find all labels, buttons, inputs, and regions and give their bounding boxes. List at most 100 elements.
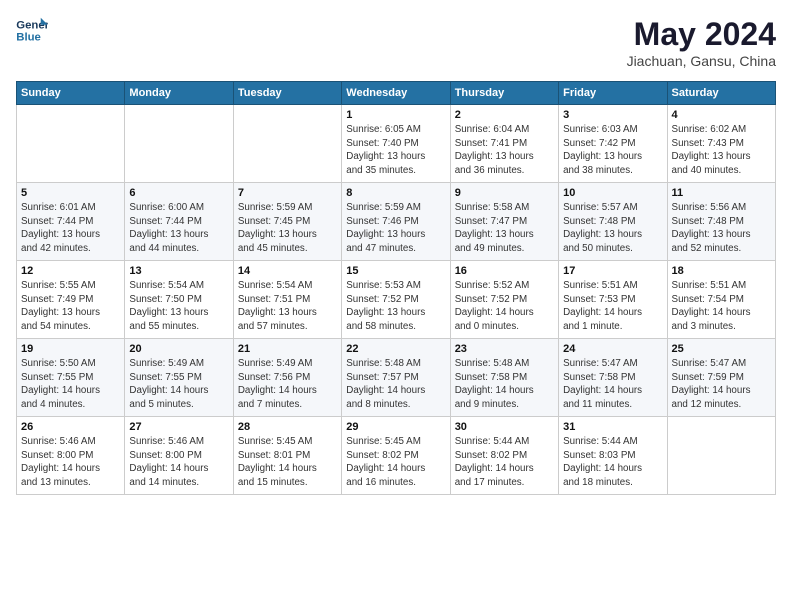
day-info: Sunrise: 5:56 AM Sunset: 7:48 PM Dayligh…	[672, 201, 771, 256]
day-number: 14	[238, 265, 337, 277]
day-info: Sunrise: 5:51 AM Sunset: 7:54 PM Dayligh…	[672, 279, 771, 334]
day-info: Sunrise: 5:53 AM Sunset: 7:52 PM Dayligh…	[346, 279, 445, 334]
day-info: Sunrise: 6:02 AM Sunset: 7:43 PM Dayligh…	[672, 123, 771, 178]
calendar-cell: 10 Sunrise: 5:57 AM Sunset: 7:48 PM Dayli…	[559, 183, 667, 261]
day-info: Sunrise: 5:47 AM Sunset: 7:59 PM Dayligh…	[672, 357, 771, 412]
calendar-cell: 4Sunrise: 6:02 AM Sunset: 7:43 PM Daylig…	[667, 105, 775, 183]
week-row-5: 26 Sunrise: 5:46 AM Sunset: 8:00 PM Dayli…	[17, 417, 776, 495]
calendar-cell: 6Sunrise: 6:00 AM Sunset: 7:44 PM Daylig…	[125, 183, 233, 261]
day-info: Sunrise: 5:54 AM Sunset: 7:51 PM Dayligh…	[238, 279, 337, 334]
day-info: Sunrise: 5:46 AM Sunset: 8:00 PM Dayligh…	[21, 435, 120, 490]
calendar-header-row: SundayMondayTuesdayWednesdayThursdayFrid…	[17, 82, 776, 105]
day-number: 23	[455, 343, 554, 355]
week-row-2: 5 Sunrise: 6:01 AM Sunset: 7:44 PM Daylig…	[17, 183, 776, 261]
location: Jiachuan, Gansu, China	[627, 53, 776, 69]
day-info: Sunrise: 6:05 AM Sunset: 7:40 PM Dayligh…	[346, 123, 445, 178]
calendar-cell	[667, 417, 775, 495]
day-number: 3	[563, 109, 662, 121]
day-header-friday: Friday	[559, 82, 667, 105]
day-info: Sunrise: 5:50 AM Sunset: 7:55 PM Dayligh…	[21, 357, 120, 412]
day-info: Sunrise: 5:49 AM Sunset: 7:55 PM Dayligh…	[129, 357, 228, 412]
calendar-cell: 25 Sunrise: 5:47 AM Sunset: 7:59 PM Dayli…	[667, 339, 775, 417]
day-header-wednesday: Wednesday	[342, 82, 450, 105]
title-block: May 2024 Jiachuan, Gansu, China	[627, 16, 776, 69]
day-info: Sunrise: 5:51 AM Sunset: 7:53 PM Dayligh…	[563, 279, 662, 334]
day-info: Sunrise: 5:58 AM Sunset: 7:47 PM Dayligh…	[455, 201, 554, 256]
day-info: Sunrise: 5:45 AM Sunset: 8:01 PM Dayligh…	[238, 435, 337, 490]
day-number: 31	[563, 421, 662, 433]
day-info: Sunrise: 5:55 AM Sunset: 7:49 PM Dayligh…	[21, 279, 120, 334]
day-number: 26	[21, 421, 120, 433]
day-number: 30	[455, 421, 554, 433]
week-row-3: 12Sunrise: 5:55 AM Sunset: 7:49 PM Dayli…	[17, 261, 776, 339]
calendar-cell	[17, 105, 125, 183]
calendar-cell: 7 Sunrise: 5:59 AM Sunset: 7:45 PM Daylig…	[233, 183, 341, 261]
day-number: 28	[238, 421, 337, 433]
day-number: 18	[672, 265, 771, 277]
day-info: Sunrise: 5:54 AM Sunset: 7:50 PM Dayligh…	[129, 279, 228, 334]
day-number: 7	[238, 187, 337, 199]
calendar-cell: 18 Sunrise: 5:51 AM Sunset: 7:54 PM Dayli…	[667, 261, 775, 339]
calendar-cell	[233, 105, 341, 183]
day-number: 15	[346, 265, 445, 277]
calendar-cell: 12Sunrise: 5:55 AM Sunset: 7:49 PM Dayli…	[17, 261, 125, 339]
svg-text:Blue: Blue	[16, 32, 41, 44]
day-info: Sunrise: 5:59 AM Sunset: 7:45 PM Dayligh…	[238, 201, 337, 256]
calendar-cell: 19 Sunrise: 5:50 AM Sunset: 7:55 PM Dayli…	[17, 339, 125, 417]
calendar-cell: 27 Sunrise: 5:46 AM Sunset: 8:00 PM Dayli…	[125, 417, 233, 495]
day-number: 13	[129, 265, 228, 277]
calendar-cell: 30 Sunrise: 5:44 AM Sunset: 8:02 PM Dayli…	[450, 417, 558, 495]
calendar-cell: 21 Sunrise: 5:49 AM Sunset: 7:56 PM Dayli…	[233, 339, 341, 417]
calendar-cell: 17Sunrise: 5:51 AM Sunset: 7:53 PM Dayli…	[559, 261, 667, 339]
day-number: 1	[346, 109, 445, 121]
day-info: Sunrise: 5:45 AM Sunset: 8:02 PM Dayligh…	[346, 435, 445, 490]
day-info: Sunrise: 5:44 AM Sunset: 8:02 PM Dayligh…	[455, 435, 554, 490]
day-number: 8	[346, 187, 445, 199]
day-info: Sunrise: 6:01 AM Sunset: 7:44 PM Dayligh…	[21, 201, 120, 256]
day-info: Sunrise: 5:49 AM Sunset: 7:56 PM Dayligh…	[238, 357, 337, 412]
calendar-cell: 22 Sunrise: 5:48 AM Sunset: 7:57 PM Dayli…	[342, 339, 450, 417]
logo: General Blue	[16, 16, 48, 44]
day-info: Sunrise: 5:48 AM Sunset: 7:58 PM Dayligh…	[455, 357, 554, 412]
calendar-cell: 31 Sunrise: 5:44 AM Sunset: 8:03 PM Dayli…	[559, 417, 667, 495]
calendar-cell: 14 Sunrise: 5:54 AM Sunset: 7:51 PM Dayli…	[233, 261, 341, 339]
logo-icon: General Blue	[16, 16, 48, 44]
day-number: 10	[563, 187, 662, 199]
week-row-4: 19 Sunrise: 5:50 AM Sunset: 7:55 PM Dayli…	[17, 339, 776, 417]
day-number: 25	[672, 343, 771, 355]
day-number: 24	[563, 343, 662, 355]
week-row-1: 1 Sunrise: 6:05 AM Sunset: 7:40 PM Daylig…	[17, 105, 776, 183]
day-number: 21	[238, 343, 337, 355]
day-number: 16	[455, 265, 554, 277]
day-number: 19	[21, 343, 120, 355]
calendar-cell: 9 Sunrise: 5:58 AM Sunset: 7:47 PM Daylig…	[450, 183, 558, 261]
day-info: Sunrise: 5:46 AM Sunset: 8:00 PM Dayligh…	[129, 435, 228, 490]
calendar-cell: 24 Sunrise: 5:47 AM Sunset: 7:58 PM Dayli…	[559, 339, 667, 417]
day-info: Sunrise: 5:48 AM Sunset: 7:57 PM Dayligh…	[346, 357, 445, 412]
day-info: Sunrise: 5:44 AM Sunset: 8:03 PM Dayligh…	[563, 435, 662, 490]
calendar-cell: 20 Sunrise: 5:49 AM Sunset: 7:55 PM Dayli…	[125, 339, 233, 417]
calendar-cell: 16 Sunrise: 5:52 AM Sunset: 7:52 PM Dayli…	[450, 261, 558, 339]
day-info: Sunrise: 5:57 AM Sunset: 7:48 PM Dayligh…	[563, 201, 662, 256]
day-number: 22	[346, 343, 445, 355]
day-info: Sunrise: 6:00 AM Sunset: 7:44 PM Dayligh…	[129, 201, 228, 256]
day-info: Sunrise: 6:03 AM Sunset: 7:42 PM Dayligh…	[563, 123, 662, 178]
day-number: 11	[672, 187, 771, 199]
calendar-cell: 8Sunrise: 5:59 AM Sunset: 7:46 PM Daylig…	[342, 183, 450, 261]
day-info: Sunrise: 5:52 AM Sunset: 7:52 PM Dayligh…	[455, 279, 554, 334]
day-number: 2	[455, 109, 554, 121]
day-info: Sunrise: 5:47 AM Sunset: 7:58 PM Dayligh…	[563, 357, 662, 412]
calendar-cell: 28 Sunrise: 5:45 AM Sunset: 8:01 PM Dayli…	[233, 417, 341, 495]
page-header: General Blue May 2024 Jiachuan, Gansu, C…	[16, 16, 776, 69]
calendar-cell: 23 Sunrise: 5:48 AM Sunset: 7:58 PM Dayli…	[450, 339, 558, 417]
day-number: 5	[21, 187, 120, 199]
calendar-cell	[125, 105, 233, 183]
calendar-cell: 3 Sunrise: 6:03 AM Sunset: 7:42 PM Daylig…	[559, 105, 667, 183]
calendar-cell: 11 Sunrise: 5:56 AM Sunset: 7:48 PM Dayli…	[667, 183, 775, 261]
day-number: 9	[455, 187, 554, 199]
day-number: 20	[129, 343, 228, 355]
day-number: 27	[129, 421, 228, 433]
day-info: Sunrise: 6:04 AM Sunset: 7:41 PM Dayligh…	[455, 123, 554, 178]
calendar: SundayMondayTuesdayWednesdayThursdayFrid…	[16, 81, 776, 495]
calendar-cell: 5 Sunrise: 6:01 AM Sunset: 7:44 PM Daylig…	[17, 183, 125, 261]
